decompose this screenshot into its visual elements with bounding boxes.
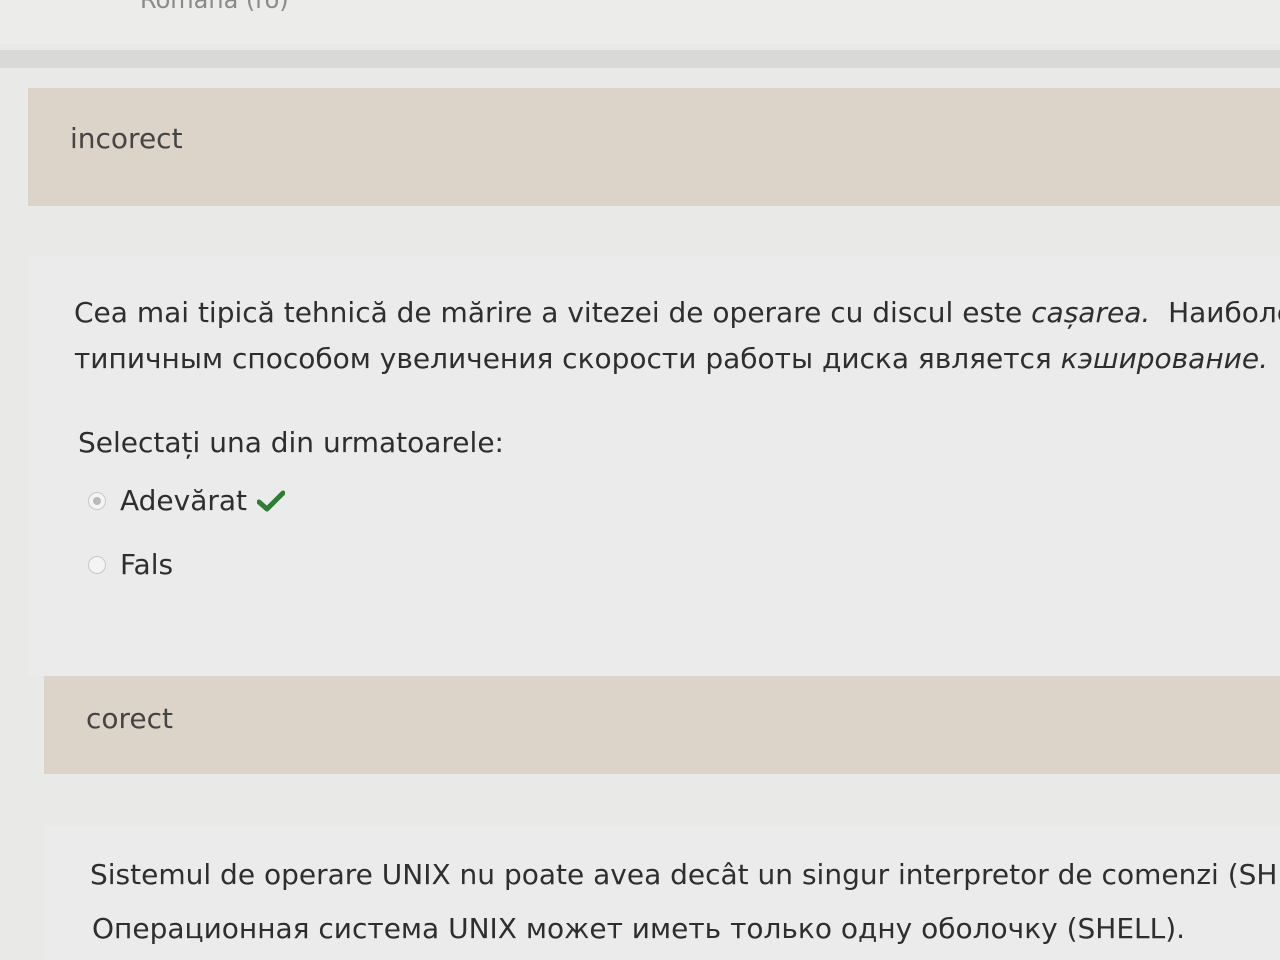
question-card: Cea mai tipică tehnică de mărire a vitez… bbox=[28, 256, 1280, 676]
option-label: Fals bbox=[120, 548, 174, 581]
question-text-ro: Cea mai tipică tehnică de mărire a vitez… bbox=[74, 290, 1280, 336]
question-text-ro-emphasis: cașarea. bbox=[1031, 296, 1151, 329]
checkmark-icon bbox=[257, 490, 286, 511]
quiz-review-page: Română (ro) incorect Cea mai tipică tehn… bbox=[0, 0, 1280, 960]
top-bar: Română (ro) bbox=[0, 0, 1280, 44]
option-label: Adevărat bbox=[120, 484, 248, 517]
question-text-ru-emphasis: кэширование. bbox=[1060, 342, 1268, 375]
question-text-ru: типичным способом увеличения скорости ра… bbox=[74, 336, 1268, 382]
question-text-ro-plain: Cea mai tipică tehnică de mărire a vitez… bbox=[74, 296, 1032, 329]
question-text-ru-start: Наиболее bbox=[1168, 296, 1280, 329]
feedback-text: corect bbox=[86, 702, 174, 735]
feedback-box-correct: corect bbox=[44, 676, 1280, 774]
radio-button[interactable] bbox=[88, 555, 106, 574]
answer-prompt: Selectați una din urmatoarele: bbox=[78, 426, 504, 459]
question-text-ru-plain: типичным способом увеличения скорости ра… bbox=[74, 342, 1061, 375]
divider bbox=[0, 50, 1280, 68]
feedback-box-incorrect: incorect bbox=[28, 88, 1280, 206]
feedback-text: incorect bbox=[70, 122, 183, 155]
question-text-ro: Sistemul de operare UNIX nu poate avea d… bbox=[90, 858, 1280, 891]
radio-button-selected[interactable] bbox=[88, 491, 106, 510]
question-card: Sistemul de operare UNIX nu poate avea d… bbox=[44, 826, 1280, 960]
language-label[interactable]: Română (ro) bbox=[140, 0, 289, 14]
option-false[interactable]: Fals bbox=[88, 548, 173, 581]
option-true[interactable]: Adevărat bbox=[88, 484, 286, 517]
question-text-ru: Операционная система UNIX может иметь то… bbox=[92, 912, 1186, 945]
